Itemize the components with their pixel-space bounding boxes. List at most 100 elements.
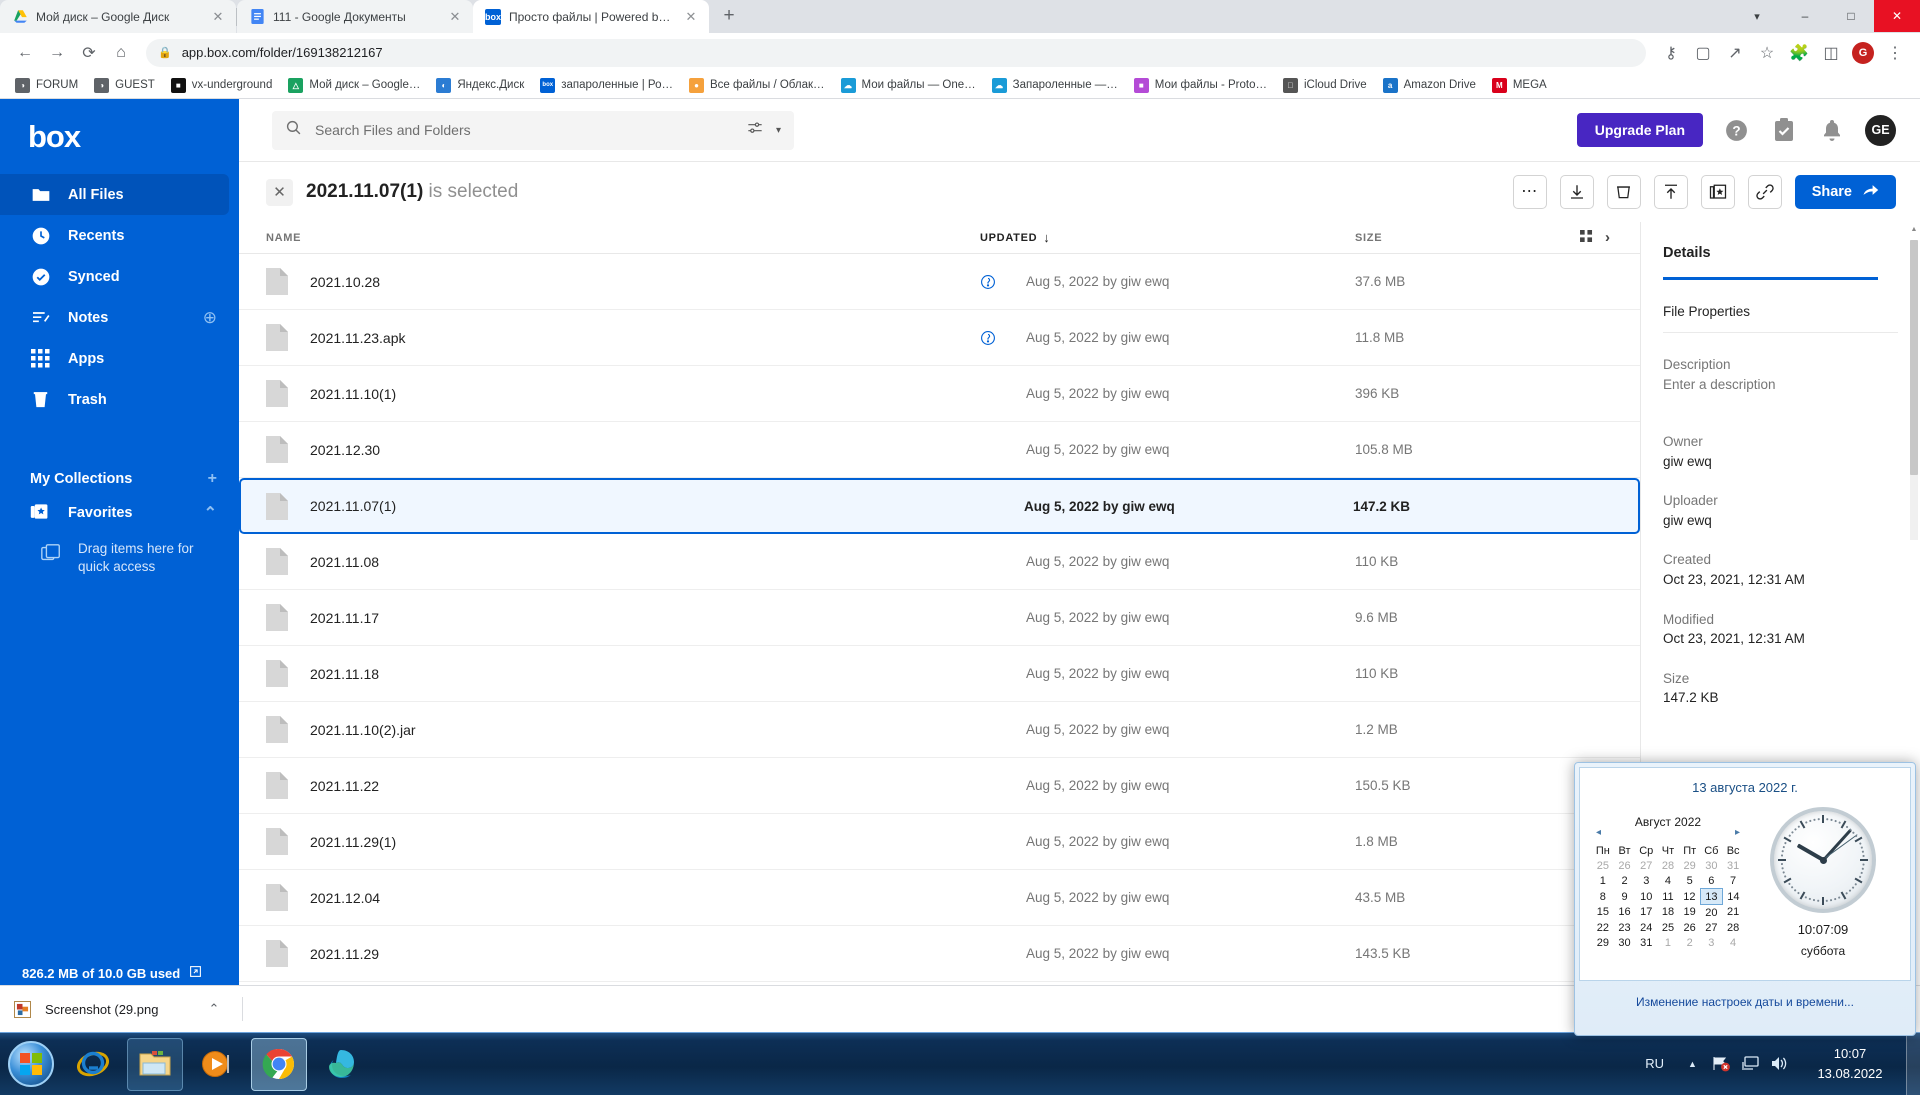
download-item[interactable]: Screenshot (29.png ⌃ — [14, 1000, 219, 1018]
calendar-day[interactable]: 3 — [1635, 873, 1657, 889]
add-to-collection-button[interactable] — [1700, 175, 1735, 209]
calendar-day[interactable]: 9 — [1614, 889, 1636, 905]
calendar-day[interactable]: 13 — [1700, 888, 1723, 905]
datetime-settings-link[interactable]: Изменение настроек даты и времени... — [1579, 981, 1911, 1009]
sidebar-item-notes[interactable]: Notes ⊕ — [0, 297, 239, 338]
browser-tab-0[interactable]: Мой диск – Google Диск ✕ — [0, 0, 236, 33]
file-name-cell[interactable]: 2021.12.30 — [266, 436, 980, 463]
chevron-up-icon[interactable]: ▲ — [1678, 1044, 1707, 1084]
calendar-day[interactable]: 27 — [1701, 920, 1723, 935]
bookmark-item[interactable]: ● Все файлы / Облак… — [682, 75, 832, 96]
display-icon[interactable] — [1736, 1044, 1765, 1084]
calendar-day[interactable]: 11 — [1657, 889, 1679, 905]
calendar-day[interactable]: 22 — [1592, 920, 1614, 935]
bell-icon[interactable] — [1817, 115, 1847, 145]
back-icon[interactable]: ← — [10, 38, 40, 68]
calendar-day[interactable]: 30 — [1701, 858, 1723, 873]
download-button[interactable] — [1559, 175, 1594, 209]
file-name-cell[interactable]: 2021.11.18 — [266, 660, 980, 687]
table-row[interactable]: 2021.11.18 Aug 5, 2022 by giw ewq 110 KB — [239, 646, 1640, 702]
file-name-cell[interactable]: 2021.11.10(1) — [266, 380, 980, 407]
table-row[interactable]: 2021.11.23.apk Aug 5, 2022 by giw ewq 11.8… — [239, 310, 1640, 366]
taskbar-media-player[interactable] — [189, 1038, 245, 1091]
calendar-day[interactable]: 19 — [1679, 905, 1701, 921]
calendar-day[interactable]: 18 — [1657, 905, 1679, 921]
table-row[interactable]: 2021.11.22 Aug 5, 2022 by giw ewq 150.5 KB — [239, 758, 1640, 814]
calendar-day[interactable]: 23 — [1614, 920, 1636, 935]
calendar-day[interactable]: 28 — [1657, 858, 1679, 873]
help-icon[interactable]: ? — [1721, 115, 1751, 145]
sidebar-item-apps[interactable]: Apps — [0, 338, 239, 379]
bookmark-item[interactable]: ◐ Яндекс.Диск — [429, 75, 531, 96]
calendar-day[interactable]: 1 — [1657, 935, 1679, 950]
sidepanel-icon[interactable]: ◫ — [1816, 38, 1846, 68]
forward-icon[interactable]: → — [42, 38, 72, 68]
scroll-up-arrow-icon[interactable]: ▲ — [1910, 226, 1918, 233]
calendar-day[interactable]: 26 — [1679, 920, 1701, 935]
home-icon[interactable]: ⌂ — [106, 38, 136, 68]
show-desktop-button[interactable] — [1906, 1032, 1920, 1095]
chevron-up-icon[interactable]: ⌃ — [204, 503, 217, 523]
calendar-day[interactable]: 15 — [1592, 905, 1614, 921]
window-maximize-button[interactable]: □ — [1828, 0, 1874, 32]
calendar-day[interactable]: 2 — [1679, 935, 1701, 950]
column-header-updated[interactable]: UPDATED ↓ — [980, 230, 1355, 245]
external-link-icon[interactable] — [189, 965, 202, 981]
windows-start-icon[interactable] — [0, 1036, 62, 1093]
calendar-prev-icon[interactable]: ◂ — [1596, 827, 1601, 838]
download-chevron-up-icon[interactable]: ⌃ — [208, 1001, 219, 1017]
sidebar-item-trash[interactable]: Trash — [0, 379, 239, 420]
file-name-cell[interactable]: 2021.11.23.apk — [266, 324, 980, 351]
add-collection-plus-icon[interactable]: + — [208, 470, 217, 488]
taskbar-internet-explorer[interactable] — [65, 1038, 121, 1091]
bookmark-item[interactable]: △ Мой диск – Google… — [281, 75, 427, 96]
taskbar-clock[interactable]: 10:07 13.08.2022 — [1794, 1044, 1906, 1083]
search-input[interactable]: Search Files and Folders ▾ — [272, 110, 794, 150]
sidebar-item-favorites[interactable]: Favorites ⌃ — [0, 496, 239, 530]
file-name-cell[interactable]: 2021.11.17 — [266, 604, 980, 631]
grid-view-icon[interactable] — [1580, 230, 1593, 245]
file-name-cell[interactable]: 2021.10.28 — [266, 268, 980, 295]
tab-search-chevron-down-icon[interactable]: ▾ — [1744, 3, 1770, 29]
bookmark-item[interactable]: ☁ Запароленные —… — [985, 75, 1125, 96]
table-row[interactable]: 2021.11.10(1) Aug 5, 2022 by giw ewq 396 K… — [239, 366, 1640, 422]
bookmark-item[interactable]: box запароленные | Ро… — [533, 75, 680, 96]
bookmark-item[interactable]: ☁ Мои файлы — One… — [834, 75, 983, 96]
move-copy-button[interactable] — [1653, 175, 1688, 209]
volume-icon[interactable] — [1765, 1044, 1794, 1084]
table-row[interactable]: 2021.11.29 Aug 5, 2022 by giw ewq 143.5 KB — [239, 926, 1640, 982]
window-minimize-button[interactable]: – — [1782, 0, 1828, 32]
filter-chevron-down-icon[interactable]: ▾ — [776, 125, 781, 136]
collaboration-icon[interactable] — [980, 274, 1026, 290]
sidebar-item-synced[interactable]: Synced — [0, 256, 239, 297]
bookmark-item[interactable]: ◑ GUEST — [87, 75, 162, 96]
file-name-cell[interactable]: 2021.11.10(2).jar — [266, 716, 980, 743]
calendar-next-icon[interactable]: ▸ — [1735, 827, 1740, 838]
calendar-day[interactable]: 6 — [1701, 873, 1723, 889]
delete-button[interactable] — [1606, 175, 1641, 209]
profile-avatar[interactable]: G — [1848, 38, 1878, 68]
column-header-name[interactable]: NAME — [266, 232, 980, 244]
window-close-button[interactable]: ✕ — [1874, 0, 1920, 32]
calendar-month-title[interactable]: Август 2022 — [1635, 815, 1701, 829]
upgrade-plan-button[interactable]: Upgrade Plan — [1576, 113, 1703, 147]
share-button[interactable]: Share — [1794, 175, 1896, 209]
bookmark-item[interactable]: a Amazon Drive — [1376, 75, 1483, 96]
calendar-day[interactable]: 14 — [1722, 889, 1744, 905]
tab-close-icon[interactable]: ✕ — [447, 9, 463, 25]
calendar-day[interactable]: 4 — [1722, 935, 1744, 950]
file-name-cell[interactable]: 2021.11.29(1) — [266, 828, 980, 855]
table-row[interactable]: 2021.11.07(1) Aug 5, 2022 by giw ewq 147.2… — [239, 478, 1640, 534]
extensions-icon[interactable]: 🧩 — [1784, 38, 1814, 68]
calendar-day[interactable]: 20 — [1701, 905, 1723, 921]
taskbar-file-explorer[interactable] — [127, 1037, 183, 1091]
box-logo[interactable]: box — [0, 99, 239, 152]
table-row[interactable]: 2021.11.10(2).jar Aug 5, 2022 by giw ewq 1… — [239, 702, 1640, 758]
calendar-day[interactable]: 25 — [1657, 920, 1679, 935]
calendar-day[interactable]: 30 — [1614, 935, 1636, 950]
collaboration-icon[interactable] — [980, 330, 1026, 346]
filter-icon[interactable] — [747, 121, 763, 140]
reload-icon[interactable]: ⟳ — [74, 38, 104, 68]
calendar-day[interactable]: 21 — [1722, 905, 1744, 921]
calendar-day[interactable]: 25 — [1592, 858, 1614, 873]
